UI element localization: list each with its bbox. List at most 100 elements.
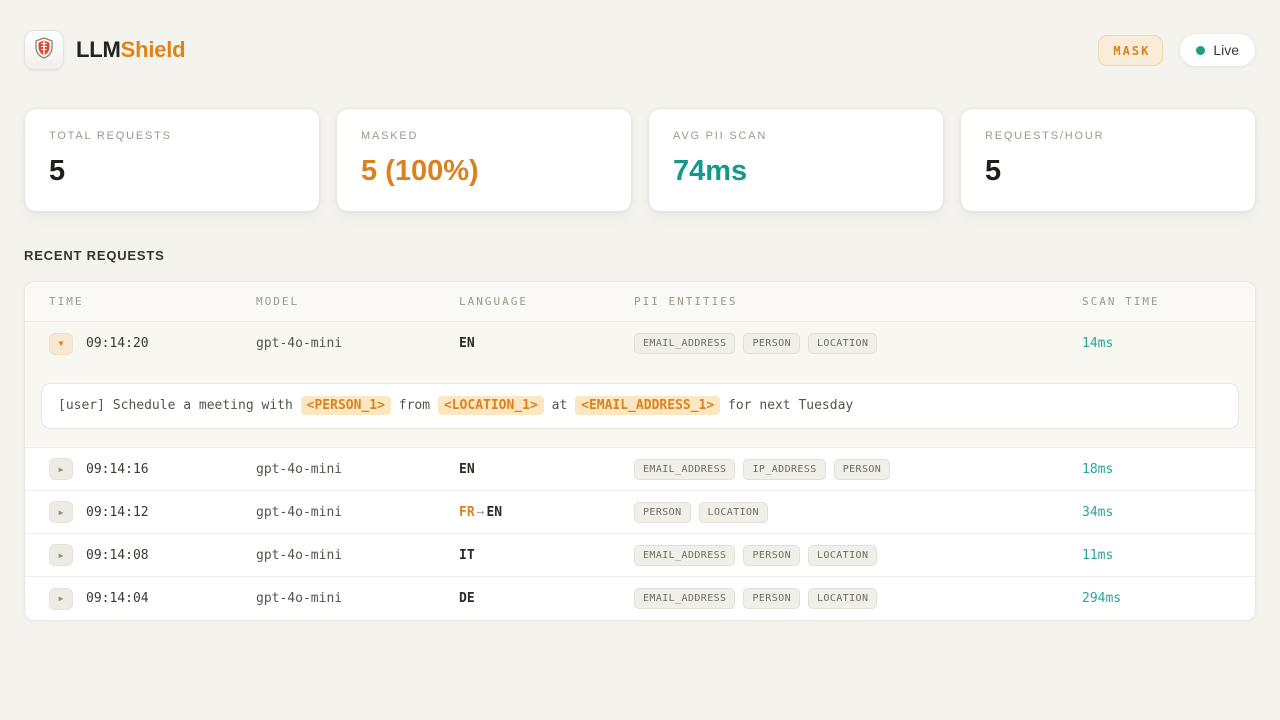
pii-entity-chip: EMAIL_ADDRESS bbox=[634, 333, 735, 354]
time-cell: ▶ 09:14:12 bbox=[49, 501, 256, 523]
message-text: [user] Schedule a meeting with bbox=[58, 398, 301, 413]
stat-card-avg-pii-scan: AVG PII SCAN 74ms bbox=[648, 108, 944, 212]
pii-entity-chip: EMAIL_ADDRESS bbox=[634, 459, 735, 480]
pii-entity-chip: LOCATION bbox=[699, 502, 768, 523]
pii-entity-chip: PERSON bbox=[834, 459, 891, 480]
masked-message: [user] Schedule a meeting with <PERSON_1… bbox=[41, 383, 1239, 429]
pii-entity-chip: LOCATION bbox=[808, 588, 877, 609]
column-header-time: TIME bbox=[49, 295, 256, 308]
triangle-right-icon: ▶ bbox=[59, 594, 64, 603]
pii-entity-chip: PERSON bbox=[634, 502, 691, 523]
column-header-model: MODEL bbox=[256, 295, 459, 308]
mask-mode-badge[interactable]: MASK bbox=[1098, 35, 1163, 66]
shield-icon bbox=[34, 37, 54, 64]
live-status-pill: Live bbox=[1179, 33, 1256, 67]
triangle-right-icon: ▶ bbox=[59, 508, 64, 517]
language-source: FR bbox=[459, 505, 475, 520]
table-header-row: TIME MODEL LANGUAGE PII ENTITIES SCAN TI… bbox=[25, 282, 1255, 322]
stat-value: 74ms bbox=[673, 155, 919, 188]
stat-label: AVG PII SCAN bbox=[673, 130, 919, 142]
pii-entity-chip: EMAIL_ADDRESS bbox=[634, 545, 735, 566]
requests-table: TIME MODEL LANGUAGE PII ENTITIES SCAN TI… bbox=[24, 281, 1256, 621]
page-title: LLMShield bbox=[76, 37, 185, 63]
live-dot-icon bbox=[1196, 46, 1205, 55]
live-label: Live bbox=[1213, 42, 1239, 58]
pii-entities-cell: EMAIL_ADDRESS PERSON LOCATION bbox=[634, 333, 1082, 354]
section-title-recent-requests: RECENT REQUESTS bbox=[24, 248, 1256, 263]
language-cell: FR→EN bbox=[459, 505, 634, 520]
pii-entities-cell: EMAIL_ADDRESS IP_ADDRESS PERSON bbox=[634, 459, 1082, 480]
request-time: 09:14:08 bbox=[86, 548, 149, 563]
request-time: 09:14:12 bbox=[86, 505, 149, 520]
scan-time-cell: 294ms bbox=[1082, 591, 1231, 606]
scan-time-cell: 11ms bbox=[1082, 548, 1231, 563]
expand-row-button[interactable]: ▶ bbox=[49, 458, 73, 480]
request-time: 09:14:04 bbox=[86, 591, 149, 606]
language-cell: IT bbox=[459, 548, 634, 563]
column-header-pii-entities: PII ENTITIES bbox=[634, 295, 1082, 308]
message-text: from bbox=[391, 398, 438, 413]
language-cell: DE bbox=[459, 591, 634, 606]
pii-entities-cell: EMAIL_ADDRESS PERSON LOCATION bbox=[634, 588, 1082, 609]
app-logo bbox=[24, 30, 64, 70]
stat-label: REQUESTS/HOUR bbox=[985, 130, 1231, 142]
model-cell: gpt-4o-mini bbox=[256, 548, 459, 563]
pii-entity-chip: PERSON bbox=[743, 588, 800, 609]
expand-row-button[interactable]: ▶ bbox=[49, 501, 73, 523]
location-token: <LOCATION_1> bbox=[438, 396, 544, 415]
scan-time-cell: 14ms bbox=[1082, 336, 1231, 351]
stat-card-total-requests: TOTAL REQUESTS 5 bbox=[24, 108, 320, 212]
stat-card-masked: MASKED 5 (100%) bbox=[336, 108, 632, 212]
stats-row: TOTAL REQUESTS 5 MASKED 5 (100%) AVG PII… bbox=[0, 108, 1280, 212]
pii-entity-chip: PERSON bbox=[743, 333, 800, 354]
model-cell: gpt-4o-mini bbox=[256, 591, 459, 606]
scan-time-cell: 34ms bbox=[1082, 505, 1231, 520]
pii-entities-cell: EMAIL_ADDRESS PERSON LOCATION bbox=[634, 545, 1082, 566]
table-row[interactable]: ▼ 09:14:20 gpt-4o-mini EN EMAIL_ADDRESS … bbox=[25, 322, 1255, 365]
model-cell: gpt-4o-mini bbox=[256, 462, 459, 477]
table-row[interactable]: ▶ 09:14:16 gpt-4o-mini EN EMAIL_ADDRESS … bbox=[25, 448, 1255, 491]
app-header: LLMShield MASK Live bbox=[0, 0, 1280, 70]
message-text: for next Tuesday bbox=[720, 398, 853, 413]
message-text: at bbox=[544, 398, 575, 413]
expanded-request-panel: [user] Schedule a meeting with <PERSON_1… bbox=[25, 365, 1255, 448]
stat-label: TOTAL REQUESTS bbox=[49, 130, 295, 142]
person-token: <PERSON_1> bbox=[301, 396, 391, 415]
stat-label: MASKED bbox=[361, 130, 607, 142]
stat-value: 5 bbox=[49, 155, 295, 188]
brand-prefix: LLM bbox=[76, 37, 121, 62]
pii-entity-chip: LOCATION bbox=[808, 545, 877, 566]
pii-entity-chip: LOCATION bbox=[808, 333, 877, 354]
pii-entities-cell: PERSON LOCATION bbox=[634, 502, 1082, 523]
triangle-down-icon: ▼ bbox=[59, 339, 64, 348]
model-cell: gpt-4o-mini bbox=[256, 505, 459, 520]
triangle-right-icon: ▶ bbox=[59, 465, 64, 474]
language-target: EN bbox=[486, 505, 502, 520]
language-cell: EN bbox=[459, 336, 634, 351]
column-header-language: LANGUAGE bbox=[459, 295, 634, 308]
time-cell: ▶ 09:14:04 bbox=[49, 588, 256, 610]
table-row[interactable]: ▶ 09:14:12 gpt-4o-mini FR→EN PERSON LOCA… bbox=[25, 491, 1255, 534]
time-cell: ▶ 09:14:16 bbox=[49, 458, 256, 480]
column-header-scan-time: SCAN TIME bbox=[1082, 295, 1231, 308]
model-cell: gpt-4o-mini bbox=[256, 336, 459, 351]
collapse-row-button[interactable]: ▼ bbox=[49, 333, 73, 355]
table-row[interactable]: ▶ 09:14:08 gpt-4o-mini IT EMAIL_ADDRESS … bbox=[25, 534, 1255, 577]
brand-suffix: Shield bbox=[121, 37, 186, 62]
triangle-right-icon: ▶ bbox=[59, 551, 64, 560]
pii-entity-chip: EMAIL_ADDRESS bbox=[634, 588, 735, 609]
language-cell: EN bbox=[459, 462, 634, 477]
email-address-token: <EMAIL_ADDRESS_1> bbox=[575, 396, 720, 415]
pii-entity-chip: PERSON bbox=[743, 545, 800, 566]
expand-row-button[interactable]: ▶ bbox=[49, 544, 73, 566]
pii-entity-chip: IP_ADDRESS bbox=[743, 459, 825, 480]
arrow-right-icon: → bbox=[475, 505, 487, 520]
request-time: 09:14:20 bbox=[86, 336, 149, 351]
stat-value: 5 bbox=[985, 155, 1231, 188]
time-cell: ▼ 09:14:20 bbox=[49, 333, 256, 355]
stat-value: 5 (100%) bbox=[361, 155, 607, 188]
stat-card-requests-per-hour: REQUESTS/HOUR 5 bbox=[960, 108, 1256, 212]
table-row[interactable]: ▶ 09:14:04 gpt-4o-mini DE EMAIL_ADDRESS … bbox=[25, 577, 1255, 620]
expand-row-button[interactable]: ▶ bbox=[49, 588, 73, 610]
time-cell: ▶ 09:14:08 bbox=[49, 544, 256, 566]
